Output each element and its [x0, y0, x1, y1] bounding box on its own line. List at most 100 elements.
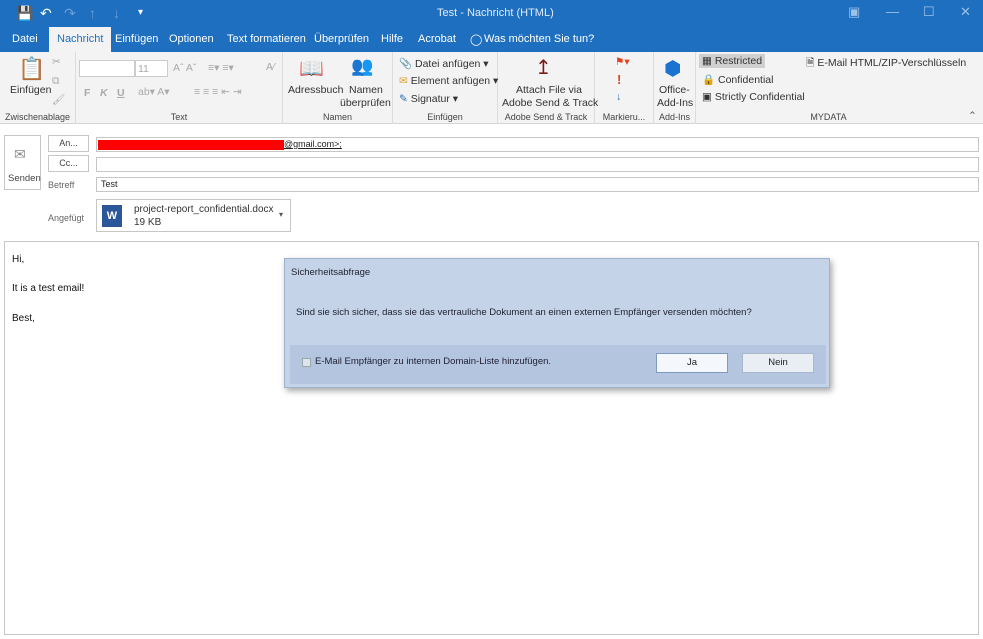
paste-button[interactable]: Einfügen [10, 84, 51, 96]
strictly-confidential-button[interactable]: ▣ Strictly Confidential [702, 91, 805, 103]
grow-font-icon[interactable]: Aˆ Aˇ [173, 62, 196, 74]
chevron-down-icon[interactable]: ▾ [279, 210, 283, 219]
group-label: Einfügen [427, 112, 463, 122]
italic-button[interactable]: K [100, 87, 108, 99]
cc-field[interactable] [96, 157, 979, 172]
font-name-select[interactable] [79, 60, 135, 77]
check-names-label: überprüfen [340, 97, 391, 109]
security-dialog: Sicherheitsabfrage Sind sie sich sicher,… [284, 258, 830, 388]
add-domain-checkbox[interactable] [302, 358, 311, 367]
group-adobe: ↥ Attach File via Adobe Send & Track Ado… [498, 52, 599, 124]
restricted-button[interactable]: ▦ Restricted [699, 54, 766, 68]
collapse-ribbon-icon[interactable]: ⌃ [968, 110, 977, 122]
tab-text-formatieren[interactable]: Text formatieren [227, 33, 306, 45]
tab-ueberpruefen[interactable]: Überprüfen [314, 33, 369, 45]
bold-button[interactable]: F [84, 87, 90, 99]
group-names: 📖 Adressbuch 👥 Namen überprüfen Namen [283, 52, 393, 124]
tab-nachricht[interactable]: Nachricht [49, 27, 112, 52]
attachment-item[interactable]: W project-report_confidential.docx 19 KB… [96, 199, 291, 232]
to-button[interactable]: An... [48, 135, 89, 152]
tab-optionen[interactable]: Optionen [169, 33, 214, 45]
arrow-up-icon[interactable]: ↑ [89, 5, 96, 21]
maximize-icon[interactable]: ☐ [923, 4, 935, 20]
ribbon-tabs: Datei Nachricht Einfügen Optionen Text f… [0, 27, 983, 52]
lock-icon: 🔒 [702, 74, 716, 86]
addressbook-button[interactable]: Adressbuch [288, 84, 343, 96]
attach-file-label: Datei anfügen [415, 58, 481, 70]
body-line: It is a test email! [12, 283, 85, 294]
tab-hilfe[interactable]: Hilfe [381, 33, 403, 45]
paste-icon: 📋 [18, 56, 46, 81]
encrypt-button[interactable]: 🗎 E-Mail HTML/ZIP-Verschlüsseln [806, 55, 966, 73]
attachment-size: 19 KB [134, 217, 162, 228]
cut-icon[interactable]: ✂ [52, 56, 61, 68]
bullets-icon[interactable]: ≡▾ ≡▾ [208, 62, 234, 74]
group-tags: ⚑▾ ! ↓ Markieru... [595, 52, 654, 124]
word-document-icon: W [102, 205, 122, 227]
add-domain-label[interactable]: E-Mail Empfänger zu internen Domain-List… [315, 356, 551, 367]
attach-file-button[interactable]: 📎 Datei anfügen ▾ [399, 57, 489, 70]
confidential-button[interactable]: 🔒 Confidential [702, 73, 773, 86]
adobe-attach-button[interactable]: Attach File via [516, 84, 582, 96]
no-button[interactable]: Nein [742, 353, 814, 373]
clear-format-icon[interactable]: A⁄ [266, 61, 275, 73]
adobe-attach-icon: ↥ [535, 57, 552, 79]
group-label: Namen [322, 112, 352, 122]
align-icon[interactable]: ≡ ≡ ≡ ⇤ ⇥ [194, 86, 242, 98]
group-include: 📎 Datei anfügen ▾ ✉ Element anfügen ▾ ✎ … [393, 52, 498, 124]
tab-einfuegen[interactable]: Einfügen [115, 33, 158, 45]
redo-icon[interactable]: ↷ [64, 5, 76, 22]
restricted-label: Restricted [714, 55, 763, 67]
customize-icon[interactable]: ▾ [138, 7, 143, 18]
ribbon-display-icon[interactable]: ▣ [848, 4, 860, 20]
high-importance-icon[interactable]: ! [617, 72, 621, 87]
arrow-down-icon[interactable]: ↓ [113, 5, 120, 21]
zip-file-icon: 🗎 [806, 57, 815, 69]
yes-button[interactable]: Ja [656, 353, 728, 373]
group-label: Add-Ins [658, 112, 691, 122]
attachment-name: project-report_confidential.docx [134, 204, 274, 215]
send-button[interactable]: ✉ Senden [4, 135, 41, 190]
tab-acrobat[interactable]: Acrobat [418, 33, 456, 45]
save-icon[interactable]: 💾 [16, 5, 33, 22]
group-label: Markieru... [602, 112, 646, 122]
check-names-button[interactable]: Namen [349, 84, 383, 96]
follow-up-flag-icon[interactable]: ⚑▾ [615, 56, 630, 68]
attached-label: Angefügt [48, 213, 85, 223]
encrypt-label: E-Mail HTML/ZIP-Verschlüsseln [817, 57, 967, 69]
lightbulb-icon: ◯ [470, 34, 483, 46]
group-mydata: ▦ Restricted 🔒 Confidential ▣ Strictly C… [696, 52, 966, 124]
format-painter-icon[interactable]: 🖌 [52, 93, 65, 106]
subject-field[interactable]: Test [96, 177, 979, 192]
low-importance-icon[interactable]: ↓ [616, 91, 621, 103]
tab-datei[interactable]: Datei [12, 33, 38, 45]
signature-label: Signatur [410, 93, 450, 105]
font-size-select[interactable]: 11 [135, 60, 168, 77]
dialog-message: Sind sie sich sicher, dass sie das vertr… [296, 307, 752, 318]
office-addins-button[interactable]: Office- [659, 84, 690, 96]
dialog-footer: E-Mail Empfänger zu internen Domain-List… [290, 345, 826, 384]
body-line: Best, [12, 313, 35, 324]
to-field[interactable]: @gmail.com>; [96, 137, 979, 152]
tell-me-search[interactable]: Was möchten Sie tun? [484, 33, 594, 45]
group-addins: ⬢ Office- Add-Ins Add-Ins [654, 52, 696, 124]
undo-icon[interactable]: ↶ [40, 5, 52, 22]
title-bar: 💾 ↶ ↷ ↑ ↓ ▾ Test - Nachricht (HTML) ▣ — … [0, 0, 983, 27]
adobe-attach-label: Adobe Send & Track [502, 97, 599, 109]
group-text: 11 Aˆ Aˇ ≡▾ ≡▾ A⁄ F K U ab▾ A▾ ≡ ≡ ≡ ⇤ ⇥… [76, 52, 283, 124]
dialog-title: Sicherheitsabfrage [291, 267, 371, 278]
minimize-icon[interactable]: — [886, 4, 899, 19]
underline-button[interactable]: U [117, 87, 125, 99]
attach-item-button[interactable]: ✉ Element anfügen ▾ [399, 75, 498, 87]
confidential-label: Confidential [718, 74, 774, 86]
recipient-address[interactable]: @gmail.com>; [284, 139, 342, 149]
close-icon[interactable]: ✕ [960, 4, 971, 20]
cc-button[interactable]: Cc... [48, 155, 89, 172]
redacted-recipient [98, 139, 284, 150]
safe-icon: ▣ [702, 91, 712, 103]
signature-button[interactable]: ✎ Signatur ▾ [399, 93, 458, 105]
group-label: MYDATA [810, 112, 847, 122]
highlight-icon[interactable]: ab▾ A▾ [138, 86, 170, 98]
copy-icon[interactable]: ⧉ [52, 75, 60, 88]
group-label: Text [170, 112, 188, 122]
